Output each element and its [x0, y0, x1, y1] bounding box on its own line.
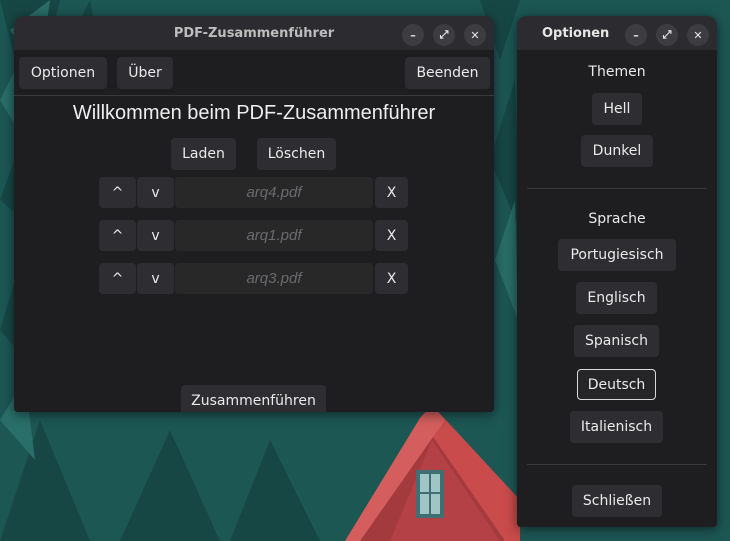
main-window: PDF-Zusammenführer – ⤢ ✕ Optionen Über B…: [14, 16, 494, 412]
welcome-heading: Willkommen beim PDF-Zusammenführer: [72, 102, 436, 124]
themes-label: Themen: [588, 64, 646, 80]
remove-file-button[interactable]: X: [375, 177, 408, 208]
file-name-field[interactable]: arq1.pdf: [175, 220, 373, 251]
close-options-button[interactable]: Schließen: [572, 485, 662, 517]
main-titlebar[interactable]: PDF-Zusammenführer – ⤢ ✕: [14, 16, 494, 50]
menu-divider: [14, 95, 494, 96]
main-window-body: Optionen Über Beenden Willkommen beim PD…: [14, 50, 494, 412]
merge-button[interactable]: Zusammenführen: [181, 385, 326, 412]
window-controls: – ⤢ ✕: [402, 24, 486, 46]
options-titlebar[interactable]: Optionen – ⤢ ✕: [517, 16, 717, 50]
main-window-title: PDF-Zusammenführer: [173, 25, 335, 41]
about-menu-button[interactable]: Über: [117, 57, 173, 89]
options-window-title: Optionen: [542, 25, 610, 41]
language-german-button[interactable]: Deutsch: [577, 369, 656, 400]
window-controls: – ⤢ ✕: [625, 24, 709, 46]
close-icon[interactable]: ✕: [464, 24, 486, 46]
language-italian-button[interactable]: Italienisch: [570, 411, 663, 443]
options-menu-button[interactable]: Optionen: [19, 57, 107, 89]
language-portuguese-button[interactable]: Portugiesisch: [558, 239, 676, 271]
move-down-button[interactable]: v: [137, 177, 174, 208]
move-down-button[interactable]: v: [137, 220, 174, 251]
move-up-button[interactable]: ^: [99, 177, 136, 208]
themes-divider: [527, 188, 707, 189]
file-name-field[interactable]: arq3.pdf: [175, 263, 373, 294]
move-down-button[interactable]: v: [137, 263, 174, 294]
load-button[interactable]: Laden: [171, 138, 236, 170]
remove-file-button[interactable]: X: [375, 263, 408, 294]
language-english-button[interactable]: Englisch: [576, 282, 657, 314]
minimize-icon[interactable]: –: [625, 24, 647, 46]
theme-light-button[interactable]: Hell: [592, 93, 642, 125]
options-body: Themen Hell Dunkel Sprache Portugiesisch…: [517, 50, 717, 527]
language-label: Sprache: [588, 211, 646, 227]
language-spanish-button[interactable]: Spanisch: [574, 325, 659, 357]
remove-file-button[interactable]: X: [375, 220, 408, 251]
minimize-icon[interactable]: –: [402, 24, 424, 46]
move-up-button[interactable]: ^: [99, 263, 136, 294]
theme-dark-button[interactable]: Dunkel: [581, 135, 653, 167]
move-up-button[interactable]: ^: [99, 220, 136, 251]
close-icon[interactable]: ✕: [687, 24, 709, 46]
maximize-icon[interactable]: ⤢: [656, 24, 678, 46]
language-divider: [527, 464, 707, 465]
options-window: Optionen – ⤢ ✕ Themen Hell Dunkel Sprach…: [517, 16, 717, 527]
file-name-field[interactable]: arq4.pdf: [175, 177, 373, 208]
quit-button[interactable]: Beenden: [405, 57, 490, 89]
clear-button[interactable]: Löschen: [257, 138, 336, 170]
maximize-icon[interactable]: ⤢: [433, 24, 455, 46]
